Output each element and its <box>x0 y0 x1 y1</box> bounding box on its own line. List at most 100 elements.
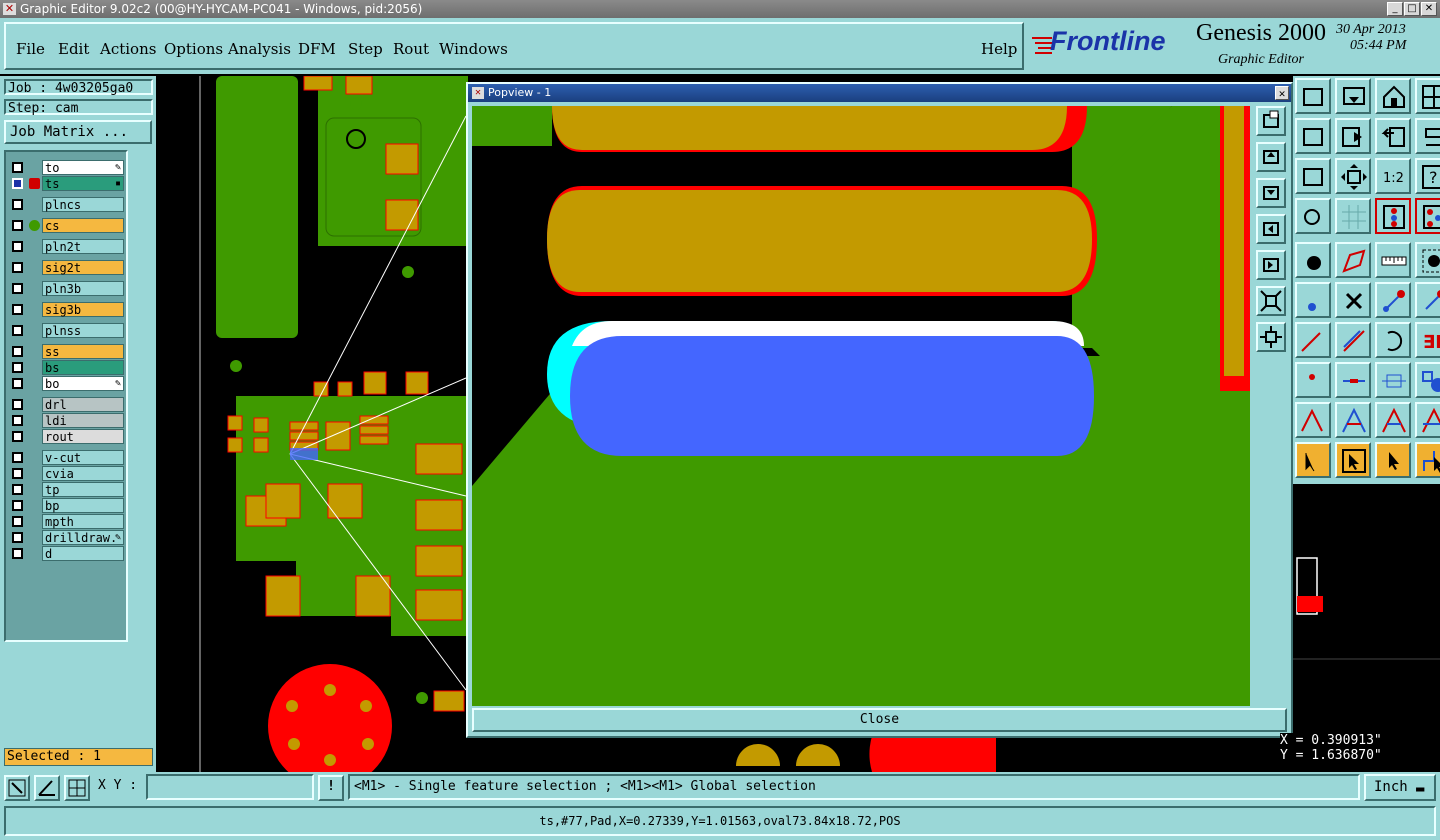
menu-rout[interactable]: Rout <box>393 40 429 58</box>
layer-checkbox[interactable] <box>12 178 23 189</box>
tool-measure-icon[interactable] <box>1375 362 1411 398</box>
popview-close-icon[interactable]: ✕ <box>1275 86 1289 100</box>
popview-zoom-out-icon[interactable] <box>1256 286 1286 316</box>
layer-name[interactable]: ss <box>42 344 124 359</box>
layer-name[interactable]: sig3b <box>42 302 124 317</box>
tool-line-add-icon[interactable] <box>1375 282 1411 318</box>
tool-line-draw-icon[interactable] <box>1335 322 1371 358</box>
job-matrix-button[interactable]: Job Matrix ... <box>4 120 152 144</box>
layer-checkbox[interactable] <box>12 378 23 389</box>
minimize-button[interactable]: _ <box>1387 2 1403 16</box>
layer-checkbox[interactable] <box>12 262 23 273</box>
layer-row-drilldraw[interactable]: drilldraw. ✎ <box>8 530 126 545</box>
tool-pads-icon[interactable] <box>1415 362 1440 398</box>
menu-windows[interactable]: Windows <box>439 40 508 58</box>
menu-analysis[interactable]: Analysis <box>228 40 291 58</box>
layer-row-cvia[interactable]: cvia <box>8 466 126 481</box>
layer-checkbox[interactable] <box>12 304 23 315</box>
tool-layer-connect-icon[interactable] <box>1375 198 1411 234</box>
tool-undo-view-icon[interactable] <box>1375 118 1411 154</box>
warning-icon[interactable]: ! <box>318 775 344 801</box>
layer-row-mpth[interactable]: mpth <box>8 514 126 529</box>
layer-name[interactable]: d <box>42 546 124 561</box>
tool-route-a-partial[interactable] <box>1295 402 1331 438</box>
layer-checkbox[interactable] <box>12 431 23 442</box>
layer-checkbox[interactable] <box>12 548 23 559</box>
layer-name[interactable]: tp <box>42 482 124 497</box>
tool-fit-all-icon[interactable] <box>1335 158 1371 194</box>
layer-checkbox[interactable] <box>12 283 23 294</box>
tool-download-icon[interactable] <box>1335 78 1371 114</box>
tool-fit-partial[interactable] <box>1295 158 1331 194</box>
popview-tool-2[interactable] <box>1256 142 1286 172</box>
layer-row-sig2t[interactable]: sig2t <box>8 260 126 275</box>
layer-name[interactable]: ldi <box>42 413 124 428</box>
xy-input[interactable] <box>146 774 314 800</box>
layer-checkbox[interactable] <box>12 162 23 173</box>
layer-row-drl[interactable]: drl <box>8 397 126 412</box>
layer-checkbox[interactable] <box>12 468 23 479</box>
layer-row-pln3b[interactable]: pln3b <box>8 281 126 296</box>
layer-name[interactable]: drl <box>42 397 124 412</box>
tool-pan-left-partial[interactable] <box>1295 118 1331 154</box>
layer-row-ts[interactable]: ts ▪ <box>8 176 126 191</box>
menu-options[interactable]: Options <box>164 40 223 58</box>
layer-name[interactable]: mpth <box>42 514 124 529</box>
tool-line-move-icon[interactable] <box>1415 282 1440 318</box>
snap-angle-icon[interactable] <box>34 775 60 801</box>
close-window-button[interactable]: ✕ <box>1421 2 1437 16</box>
popview-tool-5[interactable] <box>1256 250 1286 280</box>
layer-name[interactable]: pln3b <box>42 281 124 296</box>
tool-snap-partial[interactable] <box>1295 198 1331 234</box>
tool-select-route-icon[interactable] <box>1415 442 1440 478</box>
layer-checkbox[interactable] <box>12 415 23 426</box>
menu-dfm[interactable]: DFM <box>298 40 336 58</box>
layer-name[interactable]: ts ▪ <box>42 176 124 191</box>
popview-window[interactable]: Popview - 1 ✕ ✕ Close <box>466 82 1293 738</box>
tool-draw-partial[interactable] <box>1295 322 1331 358</box>
layer-row-v-cut[interactable]: v-cut <box>8 450 126 465</box>
layer-row-ss[interactable]: ss <box>8 344 126 359</box>
layer-name[interactable]: plnss <box>42 323 124 338</box>
maximize-button[interactable]: □ <box>1404 2 1420 16</box>
layer-name[interactable]: plncs <box>42 197 124 212</box>
layer-row-pln2t[interactable]: pln2t <box>8 239 126 254</box>
tool-select-net-icon[interactable] <box>1375 442 1411 478</box>
layer-row-cs[interactable]: cs <box>8 218 126 233</box>
tool-dot-select-icon[interactable] <box>1415 242 1440 278</box>
layer-checkbox[interactable] <box>12 516 23 527</box>
tool-pan-right-icon[interactable] <box>1335 118 1371 154</box>
tool-text-icon[interactable]: ∃F <box>1415 322 1440 358</box>
layer-name[interactable]: drilldraw. ✎ <box>42 530 124 545</box>
layer-name[interactable]: cvia <box>42 466 124 481</box>
tool-layer-compare-icon[interactable] <box>1415 198 1440 234</box>
layer-name[interactable]: pln2t <box>42 239 124 254</box>
tool-redraw-icon[interactable] <box>1415 118 1440 154</box>
menu-file[interactable]: File <box>16 40 45 58</box>
tool-home-partial[interactable] <box>1295 78 1331 114</box>
popview-zoom-in-icon[interactable] <box>1256 322 1286 352</box>
tool-ruler-icon[interactable] <box>1375 242 1411 278</box>
menu-actions[interactable]: Actions <box>100 40 156 58</box>
tool-pad-partial[interactable] <box>1295 242 1331 278</box>
layer-row-sig3b[interactable]: sig3b <box>8 302 126 317</box>
layer-checkbox[interactable] <box>12 199 23 210</box>
tool-help-icon[interactable]: ? <box>1415 158 1440 194</box>
layer-checkbox[interactable] <box>12 399 23 410</box>
popview-tool-4[interactable] <box>1256 214 1286 244</box>
popview-close-button[interactable]: Close <box>472 708 1287 732</box>
tool-align-partial[interactable] <box>1295 362 1331 398</box>
tool-scale-1-2-icon[interactable]: 1:2 <box>1375 158 1411 194</box>
layer-name[interactable]: cs <box>42 218 124 233</box>
layer-checkbox[interactable] <box>12 484 23 495</box>
zoom-window-icon[interactable] <box>4 775 30 801</box>
layer-row-bs[interactable]: bs <box>8 360 126 375</box>
layer-name[interactable]: rout <box>42 429 124 444</box>
layer-checkbox[interactable] <box>12 452 23 463</box>
tool-home-icon[interactable] <box>1375 78 1411 114</box>
layer-name[interactable]: bp <box>42 498 124 513</box>
menu-help[interactable]: Help <box>981 40 1017 58</box>
menu-edit[interactable]: Edit <box>58 40 89 58</box>
tool-route-b-icon[interactable] <box>1375 402 1411 438</box>
layer-checkbox[interactable] <box>12 346 23 357</box>
